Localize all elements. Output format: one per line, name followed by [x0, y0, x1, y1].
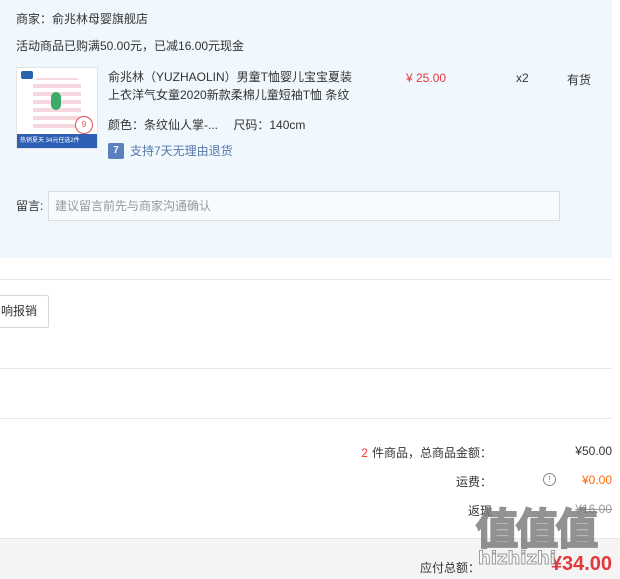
goods-total-text: 件商品，总商品金额：	[371, 446, 492, 460]
unit-price: ¥ 25.00	[406, 71, 447, 85]
return-policy-text: 支持7天无理由退货	[130, 144, 233, 158]
divider	[0, 368, 612, 369]
memo-input[interactable]	[48, 191, 560, 221]
total-value: ¥34.00	[550, 553, 612, 575]
thumbnail-promo-strip: 热销夏天 34元任选2件	[17, 134, 97, 148]
seven-day-return-icon: 7	[108, 142, 124, 159]
product-spec: 颜色：条纹仙人掌-... 尺码：140cm	[108, 116, 305, 133]
brand-logo-icon	[21, 71, 33, 79]
merchant-name[interactable]: 商家：俞兆林母婴旗舰店	[16, 10, 148, 27]
quantity: x2	[516, 71, 529, 85]
goods-total-label: 2 件商品，总商品金额：	[361, 444, 492, 461]
discount-badge: 9	[75, 116, 93, 134]
product-thumbnail[interactable]: 9 热销夏天 34元任选2件	[16, 67, 98, 149]
invoice-button[interactable]: 响报销	[0, 295, 49, 328]
stock-status: 有货	[567, 73, 592, 87]
goods-total-value: ¥50.00	[575, 444, 612, 458]
promotion-note: 活动商品已购满50.00元，已减16.00元现金	[16, 39, 245, 53]
item-count: 2	[361, 446, 368, 460]
cashback-row: 返现 ¥16.00	[0, 502, 612, 522]
shipping-value: ¥0.00	[581, 473, 612, 487]
total-label: 应付总额：	[419, 561, 480, 575]
goods-total-row: 2 件商品，总商品金额： ¥50.00	[0, 444, 612, 464]
product-title-link[interactable]: 俞兆林（YUZHAOLIN）男童T恤婴儿宝宝夏装上衣洋气女童2020新款柔棉儿童…	[108, 68, 358, 104]
cactus-print-icon	[51, 92, 61, 110]
cashback-value: ¥16.00	[575, 502, 612, 516]
store-panel: 商家：俞兆林母婴旗舰店 活动商品已购满50.00元，已减16.00元现金 9 热…	[0, 0, 612, 258]
divider	[0, 279, 612, 280]
divider	[0, 418, 612, 419]
info-icon[interactable]: !	[543, 473, 556, 486]
memo-label: 留言:	[16, 199, 44, 213]
shipping-label: 运费：	[455, 475, 492, 489]
cashback-label: 返现	[467, 504, 492, 518]
total-bar: 应付总额： ¥34.00	[0, 538, 620, 579]
thumbnail-promo-text: 热销夏天 34元任选2件	[20, 138, 80, 144]
color-spec: 颜色：条纹仙人掌-...	[108, 118, 218, 132]
size-spec: 尺码：140cm	[233, 118, 306, 132]
return-policy: 7 支持7天无理由退货	[108, 142, 233, 159]
shipping-row: 运费： ! ¥0.00	[0, 473, 612, 493]
